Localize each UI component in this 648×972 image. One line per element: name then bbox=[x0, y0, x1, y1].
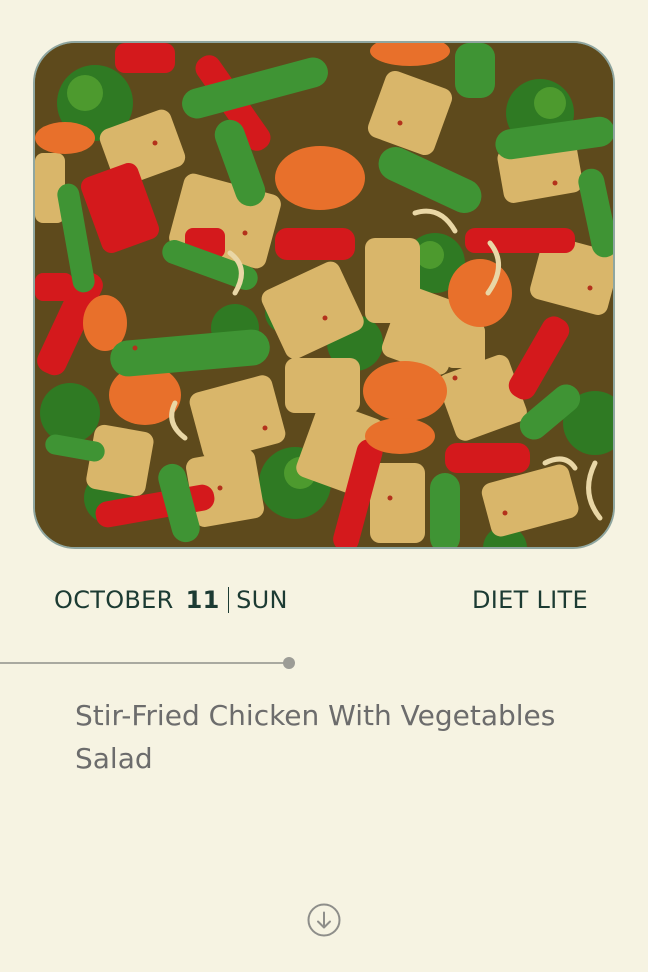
dish-title: Stir-Fried Chicken With Vegetables Salad bbox=[75, 699, 556, 775]
date-separator bbox=[227, 587, 230, 613]
date-month: OCTOBER bbox=[54, 586, 174, 614]
food-photo-icon bbox=[35, 43, 613, 547]
arrow-down-circle-icon bbox=[307, 903, 341, 937]
progress-track bbox=[0, 662, 289, 664]
diet-label[interactable]: DIET LITE bbox=[472, 586, 588, 614]
scroll-down-button[interactable] bbox=[307, 903, 341, 937]
date-row: OCTOBER 11 SUN bbox=[54, 586, 288, 614]
hero-image bbox=[33, 41, 615, 549]
date-day: 11 bbox=[185, 586, 220, 614]
progress-knob[interactable] bbox=[283, 657, 295, 669]
date-weekday: SUN bbox=[236, 586, 288, 614]
